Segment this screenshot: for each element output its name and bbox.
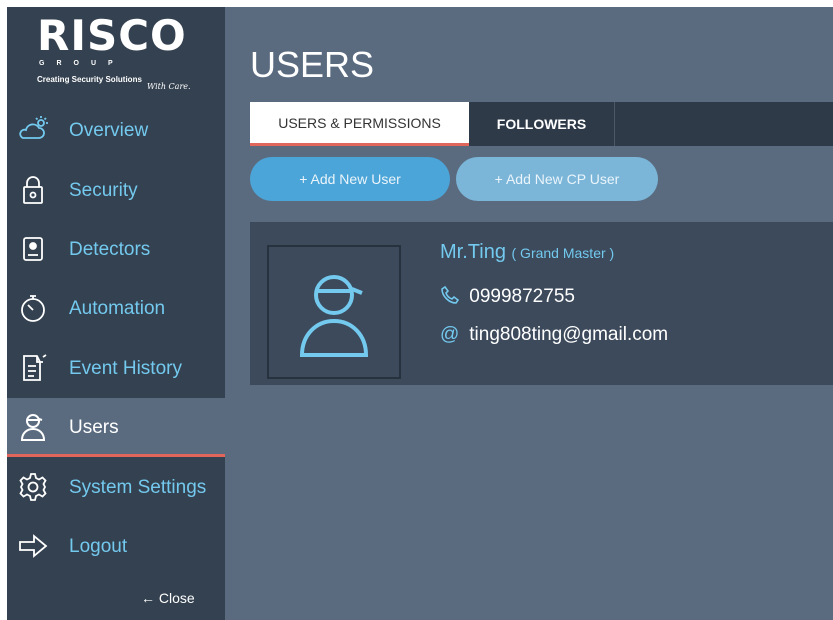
add-new-cp-user-button[interactable]: + Add New CP User xyxy=(456,157,658,201)
email-at-icon: @ xyxy=(440,324,460,345)
logo-tagline: Creating Security Solutions xyxy=(37,75,142,84)
user-phone: 0999872755 xyxy=(469,286,575,307)
user-icon xyxy=(17,411,49,443)
logo-tagline-suffix: With Care. xyxy=(147,82,191,91)
user-card[interactable]: Mr.Ting ( Grand Master ) 0999872755 @ ti… xyxy=(250,222,833,385)
sidebar-item-label: Automation xyxy=(69,298,166,319)
user-email-row: @ ting808ting@gmail.com xyxy=(440,324,668,346)
sidebar-item-logout[interactable]: Logout xyxy=(7,517,225,576)
logout-arrow-icon xyxy=(17,530,49,562)
sidebar-item-automation[interactable]: Automation xyxy=(7,279,225,338)
user-avatar-icon xyxy=(299,275,369,357)
user-name: Mr.Ting xyxy=(440,241,506,263)
sidebar-item-label: Overview xyxy=(69,120,149,141)
sidebar-item-detectors[interactable]: Detectors xyxy=(7,220,225,279)
sidebar-item-label: Logout xyxy=(69,536,128,557)
sidebar-item-label: Event History xyxy=(69,358,182,379)
sidebar-item-event-history[interactable]: Event History xyxy=(7,339,225,398)
close-sidebar-button[interactable]: ← Close xyxy=(141,590,195,606)
main-content: USERS USERS & PERMISSIONS FOLLOWERS + Ad… xyxy=(225,7,833,620)
sidebar-item-label: Security xyxy=(69,180,138,201)
page-title: USERS xyxy=(250,44,375,85)
user-email: ting808ting@gmail.com xyxy=(469,324,669,345)
sidebar-item-system-settings[interactable]: System Settings xyxy=(7,458,225,517)
phone-icon xyxy=(440,285,464,308)
logo-brand: RISCO xyxy=(37,11,187,60)
sidebar-item-overview[interactable]: Overview xyxy=(7,101,225,160)
app-frame: RISCO GROUP Creating Security Solutions … xyxy=(7,7,833,620)
gear-icon xyxy=(17,471,49,503)
sidebar-item-users[interactable]: Users xyxy=(7,398,225,457)
weather-icon xyxy=(17,114,49,146)
detector-icon xyxy=(17,233,49,265)
timer-icon xyxy=(17,292,49,324)
add-new-user-button[interactable]: + Add New User xyxy=(250,157,450,201)
sidebar-item-label: System Settings xyxy=(69,477,207,498)
user-role: ( Grand Master ) xyxy=(511,245,615,261)
tab-bar: USERS & PERMISSIONS FOLLOWERS xyxy=(250,102,833,146)
sidebar: RISCO GROUP Creating Security Solutions … xyxy=(7,7,225,620)
sidebar-item-label: Detectors xyxy=(69,239,151,260)
tab-followers[interactable]: FOLLOWERS xyxy=(469,102,615,146)
sidebar-item-security[interactable]: Security xyxy=(7,161,225,220)
sidebar-item-label: Users xyxy=(69,417,119,438)
event-history-icon xyxy=(17,352,49,384)
logo-group: GROUP xyxy=(39,60,125,67)
avatar[interactable] xyxy=(267,245,401,379)
user-name-line[interactable]: Mr.Ting ( Grand Master ) xyxy=(440,241,614,264)
risco-logo[interactable]: RISCO GROUP Creating Security Solutions … xyxy=(37,11,197,92)
lock-icon xyxy=(17,174,49,206)
tab-users-permissions[interactable]: USERS & PERMISSIONS xyxy=(250,102,469,146)
user-phone-row: 0999872755 xyxy=(440,285,575,308)
